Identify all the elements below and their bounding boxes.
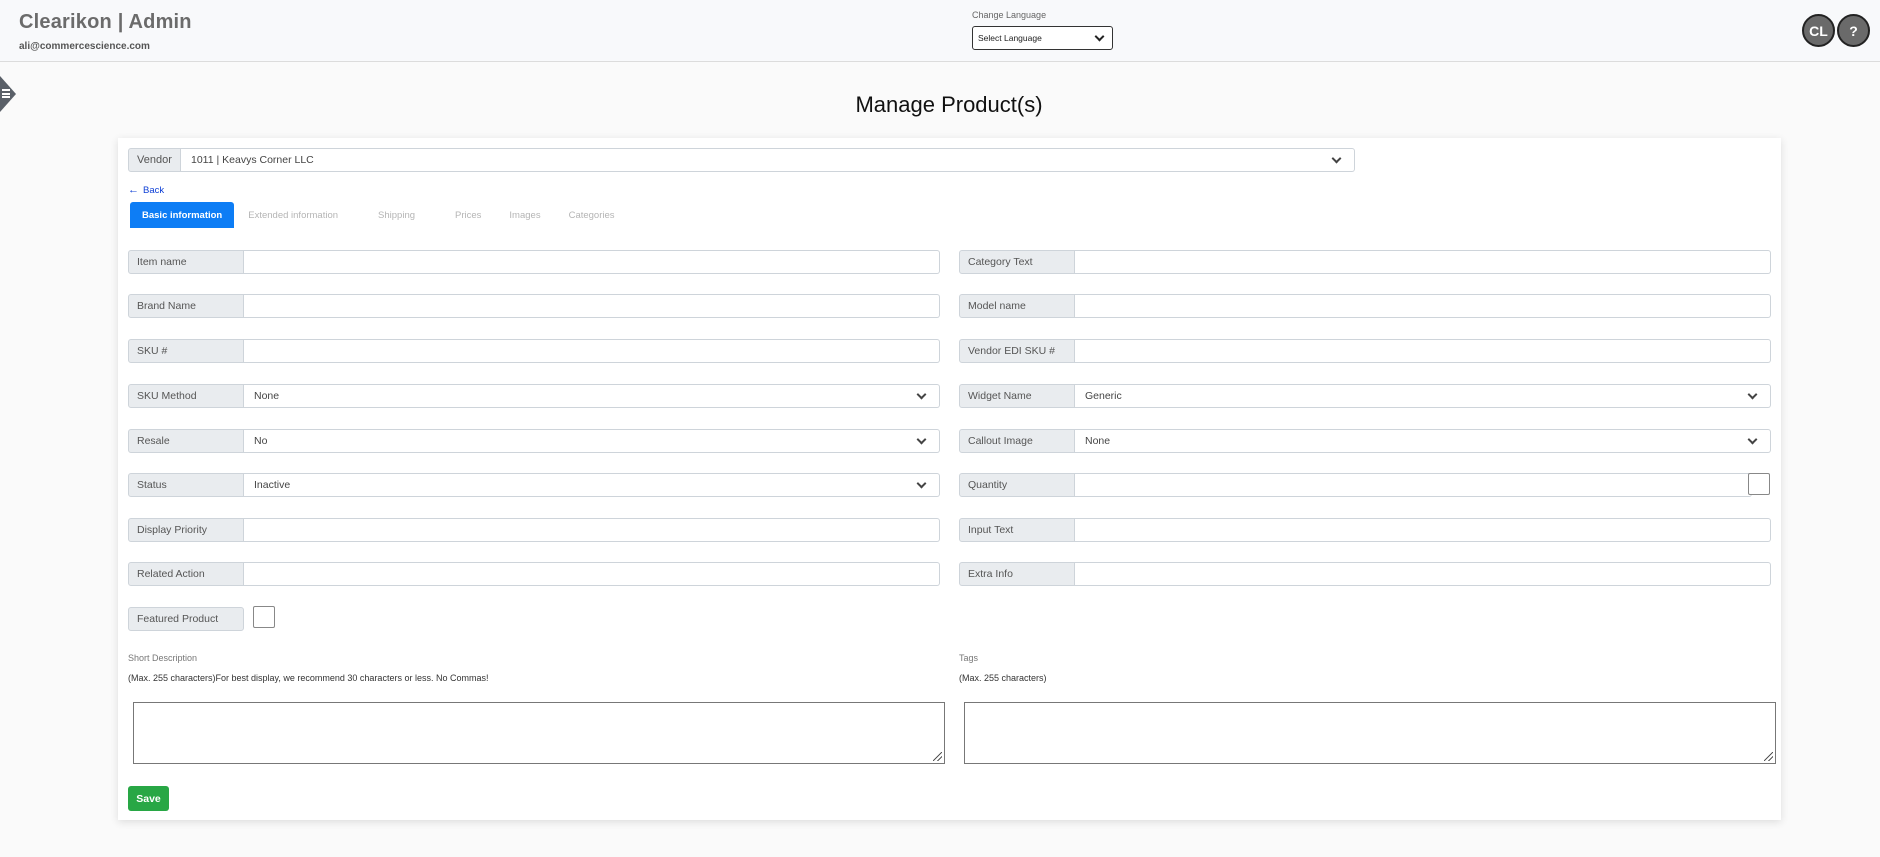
extra-info-group: Extra Info [959, 562, 1771, 586]
sku-method-group: SKU Method None [128, 384, 940, 408]
short-description-label: Short Description [128, 653, 198, 663]
sku-label: SKU # [128, 339, 244, 363]
tab-shipping[interactable]: Shipping [366, 202, 427, 228]
tab-extended-information[interactable]: Extended information [236, 202, 350, 228]
input-text-input[interactable] [1075, 518, 1771, 542]
sku-method-value: None [254, 390, 280, 402]
tab-prices[interactable]: Prices [443, 202, 493, 228]
vendor-edi-sku-label: Vendor EDI SKU # [959, 339, 1075, 363]
display-priority-group: Display Priority [128, 518, 940, 542]
item-name-label: Item name [128, 250, 244, 274]
tab-categories[interactable]: Categories [557, 202, 627, 228]
callout-image-value: None [1085, 435, 1111, 447]
chevron-down-icon [916, 434, 927, 444]
model-name-input[interactable] [1075, 294, 1771, 318]
quantity-label: Quantity [959, 473, 1075, 497]
chevron-down-icon [1094, 31, 1105, 41]
product-form-card: Vendor 1011 | Keavys Corner LLC ← Back B… [118, 138, 1781, 820]
chevron-down-icon [916, 389, 927, 399]
resale-select[interactable]: No [244, 429, 940, 453]
chevron-down-icon [916, 478, 927, 488]
short-description-textarea[interactable] [133, 702, 945, 764]
tab-basic-information[interactable]: Basic information [130, 202, 235, 228]
product-tabs: Basic information Extended information S… [130, 202, 631, 228]
resize-handle-icon[interactable] [1764, 752, 1773, 761]
vendor-edi-sku-group: Vendor EDI SKU # [959, 339, 1771, 363]
vendor-select[interactable]: 1011 | Keavys Corner LLC [181, 148, 1355, 172]
language-select-value: Select Language [978, 33, 1042, 43]
resale-value: No [254, 435, 268, 447]
arrow-left-icon: ← [128, 184, 139, 196]
model-name-label: Model name [959, 294, 1075, 318]
page-title: Manage Product(s) [855, 92, 1043, 117]
widget-name-value: Generic [1085, 390, 1122, 402]
chevron-down-icon [1747, 434, 1758, 444]
category-text-label: Category Text [959, 250, 1075, 274]
back-link[interactable]: ← Back [128, 184, 164, 196]
chevron-down-icon [1747, 389, 1758, 399]
tags-textarea[interactable] [964, 702, 1776, 764]
vendor-label: Vendor [128, 148, 181, 172]
brand-name-group: Brand Name [128, 294, 940, 318]
language-select[interactable]: Select Language [972, 26, 1113, 50]
short-description-help: (Max. 255 characters)For best display, w… [128, 673, 489, 683]
user-avatar[interactable]: CL [1802, 14, 1835, 47]
input-text-label: Input Text [959, 518, 1075, 542]
featured-product-group: Featured Product [128, 607, 244, 631]
category-text-group: Category Text [959, 250, 1771, 274]
widget-name-label: Widget Name [959, 384, 1075, 408]
category-text-input[interactable] [1075, 250, 1771, 274]
widget-name-select[interactable]: Generic [1075, 384, 1771, 408]
chevron-down-icon [1331, 153, 1342, 163]
resale-label: Resale [128, 429, 244, 453]
featured-product-checkbox[interactable] [253, 606, 275, 628]
quantity-checkbox[interactable] [1748, 473, 1770, 495]
sku-method-select[interactable]: None [244, 384, 940, 408]
brand-name-input[interactable] [244, 294, 940, 318]
extra-info-input[interactable] [1075, 562, 1771, 586]
callout-image-select[interactable]: None [1075, 429, 1771, 453]
display-priority-input[interactable] [244, 518, 940, 542]
callout-image-group: Callout Image None [959, 429, 1771, 453]
tags-help: (Max. 255 characters) [959, 673, 1047, 683]
status-label: Status [128, 473, 244, 497]
save-button[interactable]: Save [128, 786, 169, 811]
vendor-edi-sku-input[interactable] [1075, 339, 1771, 363]
resize-handle-icon[interactable] [933, 752, 942, 761]
brand-name-label: Brand Name [128, 294, 244, 318]
language-label: Change Language [972, 10, 1047, 20]
app-title: Clearikon | Admin [19, 11, 192, 33]
status-select[interactable]: Inactive [244, 473, 940, 497]
widget-name-group: Widget Name Generic [959, 384, 1771, 408]
top-header: Clearikon | Admin ali@commercescience.co… [0, 0, 1880, 62]
callout-image-label: Callout Image [959, 429, 1075, 453]
related-action-label: Related Action [128, 562, 244, 586]
display-priority-label: Display Priority [128, 518, 244, 542]
back-label: Back [143, 184, 165, 196]
item-name-group: Item name [128, 250, 940, 274]
resale-group: Resale No [128, 429, 940, 453]
quantity-input[interactable] [1075, 473, 1752, 497]
user-email: ali@commercescience.com [19, 41, 150, 52]
tab-images[interactable]: Images [497, 202, 552, 228]
sku-input[interactable] [244, 339, 940, 363]
status-value: Inactive [254, 479, 291, 491]
sku-method-label: SKU Method [128, 384, 244, 408]
featured-product-label: Featured Product [128, 607, 244, 631]
extra-info-label: Extra Info [959, 562, 1075, 586]
input-text-group: Input Text [959, 518, 1771, 542]
related-action-input[interactable] [244, 562, 940, 586]
sku-group: SKU # [128, 339, 940, 363]
help-button[interactable]: ? [1837, 14, 1870, 47]
model-name-group: Model name [959, 294, 1771, 318]
related-action-group: Related Action [128, 562, 940, 586]
item-name-input[interactable] [244, 250, 940, 274]
vendor-value: 1011 | Keavys Corner LLC [191, 154, 314, 166]
vendor-select-group: Vendor 1011 | Keavys Corner LLC [128, 148, 1355, 172]
quantity-group: Quantity [959, 473, 1752, 497]
status-group: Status Inactive [128, 473, 940, 497]
tags-label: Tags [959, 653, 979, 663]
